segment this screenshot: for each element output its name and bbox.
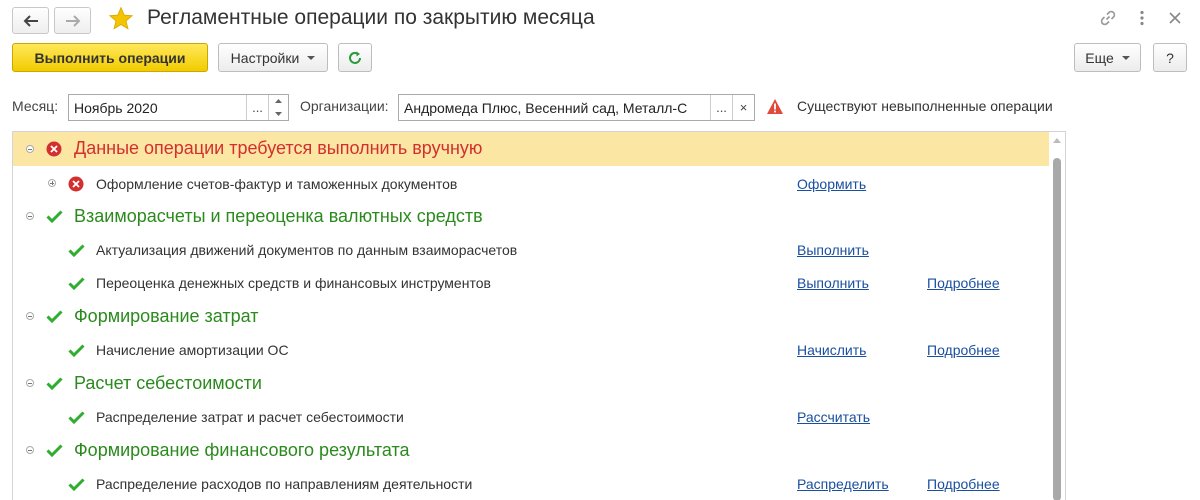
menu-button[interactable] [1130, 6, 1154, 30]
group-row-manual[interactable]: Данные операции требуется выполнить вруч… [13, 132, 1049, 166]
check-icon [46, 210, 63, 223]
vertical-scrollbar[interactable] [1050, 132, 1065, 500]
operation-action-link[interactable]: Оформить [797, 176, 866, 192]
operation-action-link[interactable]: Распределить [797, 476, 889, 492]
organizations-clear-button[interactable]: × [732, 95, 754, 120]
check-icon [68, 277, 85, 290]
page-title: Регламентные операции по закрытию месяца [147, 6, 595, 29]
group-label: Формирование затрат [74, 306, 259, 326]
chevron-down-icon [1121, 55, 1130, 60]
organizations-value[interactable]: Андромеда Плюс, Весенний сад, Металл-С [399, 100, 710, 116]
warning-triangle-icon [767, 99, 783, 114]
collapse-icon[interactable] [26, 446, 34, 454]
operation-details-link[interactable]: Подробнее [927, 275, 1000, 291]
settings-button[interactable]: Настройки [218, 43, 328, 72]
settings-label: Настройки [230, 49, 300, 66]
operation-action-link[interactable]: Выполнить [797, 242, 869, 258]
arrow-left-icon [23, 14, 38, 27]
operation-action-link[interactable]: Начислить [797, 342, 866, 358]
operation-label: Распределение расходов по направлениям д… [96, 476, 473, 492]
help-label: ? [1166, 49, 1174, 66]
operation-details-link[interactable]: Подробнее [927, 342, 1000, 358]
operation-label: Оформление счетов-фактур и таможенных до… [96, 176, 458, 192]
close-button[interactable] [1163, 6, 1187, 30]
close-icon [1169, 12, 1181, 24]
operation-label: Распределение затрат и расчет себестоимо… [96, 409, 404, 425]
operation-label: Начисление амортизации ОС [96, 342, 289, 358]
organizations-label: Организации: [300, 98, 389, 114]
star-icon[interactable] [108, 6, 134, 32]
check-icon [68, 344, 85, 357]
operation-row-depreciation[interactable]: Начисление амортизации ОС Начислить Подр… [13, 334, 1049, 367]
forward-button[interactable] [54, 7, 91, 34]
help-button[interactable]: ? [1153, 43, 1187, 72]
operation-label: Переоценка денежных средств и финансовых… [96, 275, 491, 291]
kebab-menu-icon [1140, 10, 1144, 26]
collapse-icon[interactable] [26, 212, 34, 220]
operation-row-cost-distribution[interactable]: Распределение затрат и расчет себестоимо… [13, 401, 1049, 434]
group-row-costs[interactable]: Формирование затрат [13, 299, 1049, 333]
organizations-field[interactable]: Андромеда Плюс, Весенний сад, Металл-С .… [398, 94, 755, 121]
expand-icon[interactable] [48, 179, 56, 187]
error-circle-icon [68, 176, 84, 192]
operation-row-settlements-update[interactable]: Актуализация движений документов по данн… [13, 234, 1049, 267]
month-label: Месяц: [12, 98, 59, 114]
more-label: Еще [1085, 49, 1114, 66]
operation-row-expense-distribution[interactable]: Распределение расходов по направлениям д… [13, 468, 1049, 500]
operation-row-invoices[interactable]: Оформление счетов-фактур и таможенных до… [13, 167, 1049, 199]
operations-tree[interactable]: Данные операции требуется выполнить вруч… [12, 131, 1066, 500]
check-icon [46, 444, 63, 457]
check-icon [68, 478, 85, 491]
group-row-cost-calculation[interactable]: Расчет себестоимости [13, 366, 1049, 400]
operation-action-link[interactable]: Выполнить [797, 275, 869, 291]
scrollbar-thumb[interactable] [1053, 158, 1061, 500]
operation-action-link[interactable]: Рассчитать [797, 409, 870, 425]
more-button[interactable]: Еще [1074, 43, 1141, 72]
check-icon [68, 244, 85, 257]
group-label: Расчет себестоимости [74, 373, 262, 393]
check-icon [46, 377, 63, 390]
collapse-icon[interactable] [26, 379, 34, 387]
stepper-down-icon[interactable] [269, 108, 288, 121]
month-stepper[interactable] [268, 95, 288, 120]
operation-row-revaluation[interactable]: Переоценка денежных средств и финансовых… [13, 267, 1049, 300]
check-icon [46, 310, 63, 323]
stepper-up-icon[interactable] [269, 95, 288, 108]
error-circle-icon [46, 141, 62, 157]
group-label: Взаиморасчеты и переоценка валютных сред… [74, 206, 483, 226]
month-value[interactable]: Ноябрь 2020 [69, 100, 246, 116]
month-choose-button[interactable]: ... [246, 95, 268, 120]
check-icon [68, 411, 85, 424]
refresh-button[interactable] [338, 43, 372, 72]
collapse-icon[interactable] [26, 145, 34, 153]
group-label: Данные операции требуется выполнить вруч… [74, 138, 483, 158]
back-button[interactable] [12, 7, 49, 34]
refresh-icon [349, 51, 361, 64]
chevron-down-icon [307, 55, 316, 60]
run-operations-button[interactable]: Выполнить операции [12, 43, 208, 72]
group-label: Формирование финансового результата [74, 440, 410, 460]
operation-details-link[interactable]: Подробнее [927, 476, 1000, 492]
link-icon [1100, 10, 1116, 26]
group-row-settlements[interactable]: Взаиморасчеты и переоценка валютных сред… [13, 199, 1049, 233]
month-field[interactable]: Ноябрь 2020 ... [68, 94, 289, 121]
scroll-up-icon[interactable] [1053, 138, 1061, 143]
warning-message: Существуют невыполненные операции [797, 98, 1053, 114]
operation-label: Актуализация движений документов по данн… [96, 242, 518, 258]
collapse-icon[interactable] [26, 312, 34, 320]
link-button[interactable] [1096, 6, 1120, 30]
organizations-choose-button[interactable]: ... [710, 95, 732, 120]
run-operations-label: Выполнить операции [34, 49, 186, 66]
group-row-financial-result[interactable]: Формирование финансового результата [13, 433, 1049, 467]
arrow-right-icon [65, 14, 80, 27]
